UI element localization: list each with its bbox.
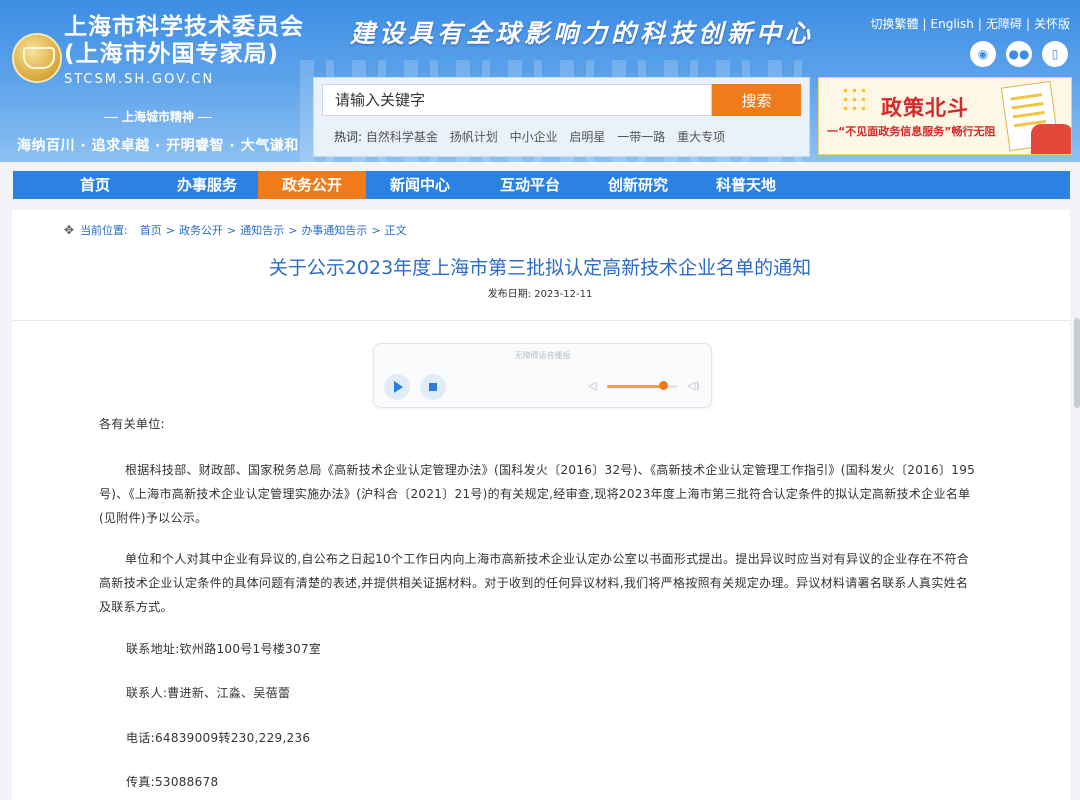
hot-word[interactable]: 重大专项 [677, 130, 725, 144]
city-spirit-text: 海纳百川 · 追求卓越 · 开明睿智 · 大气谦和 [17, 138, 299, 154]
search-input[interactable] [322, 84, 712, 116]
hand-illustration [1031, 124, 1071, 154]
hot-word[interactable]: 自然科学基金 [366, 130, 438, 144]
org-name-line1: 上海市科学技术委员会 [64, 14, 304, 40]
contact-address: 联系地址:钦州路100号1号楼307室 [126, 642, 322, 656]
site-header: 上海市科学技术委员会 (上海市外国专家局) STCSM.SH.GOV.CN 上海… [0, 0, 1080, 162]
publish-date: 发布日期: 2023-12-11 [0, 285, 1080, 300]
hot-word[interactable]: 中小企业 [510, 130, 558, 144]
policy-beidou-banner[interactable]: 政策北斗 一“不见面政务信息服务”畅行无阻 [818, 77, 1072, 155]
contact-persons: 联系人:曹进新、江淼、吴蓓蕾 [126, 686, 291, 700]
link-traditional-chinese[interactable]: 切换繁體 [870, 17, 918, 31]
contact-phone: 电话:64839009转230,229,236 [126, 731, 311, 745]
volume-slider-handle[interactable] [659, 381, 668, 390]
hot-word[interactable]: 扬帆计划 [450, 130, 498, 144]
link-accessibility[interactable]: 无障碍 [986, 17, 1022, 31]
top-links: 切换繁體 | English | 无障碍 | 关怀版 [870, 17, 1070, 31]
search-button[interactable]: 搜索 [712, 84, 801, 116]
nav-home[interactable]: 首页 [57, 171, 133, 199]
breadcrumb-service-notices[interactable]: 办事通知告示 [301, 224, 367, 237]
main-nav: 首页 办事服务 政务公开 新闻中心 互动平台 创新研究 科普天地 [13, 171, 1070, 199]
volume-loud-icon[interactable]: ◁) [687, 379, 700, 393]
city-spirit-title: 上海城市精神 [100, 108, 216, 125]
nav-innovation-research[interactable]: 创新研究 [593, 171, 683, 199]
article-paragraph-1: 根据科技部、财政部、国家税务总局《高新技术企业认定管理办法》(国科发火〔2016… [99, 463, 976, 525]
nav-science-popularization[interactable]: 科普天地 [701, 171, 791, 199]
audio-player-label: 无障碍语音播报 [514, 351, 571, 360]
nav-services[interactable]: 办事服务 [159, 171, 255, 199]
weibo-icon[interactable]: ◉ [970, 41, 996, 67]
publish-date-label: 发布日期: [487, 289, 532, 300]
org-name[interactable]: 上海市科学技术委员会 (上海市外国专家局) [64, 14, 304, 68]
slogan: 建设具有全球影响力的科技创新中心 [350, 19, 815, 48]
breadcrumb-label: 当前位置: [80, 224, 128, 237]
nav-interaction[interactable]: 互动平台 [485, 171, 575, 199]
search-panel: 搜索 热词: 自然科学基金 扬帆计划 中小企业 启明星 一带一路 重大专项 [313, 77, 810, 157]
volume-slider[interactable] [607, 381, 677, 390]
org-domain: STCSM.SH.GOV.CN [64, 72, 215, 87]
link-english[interactable]: English [931, 17, 974, 31]
mobile-icon[interactable]: ▯ [1042, 41, 1068, 67]
play-button[interactable] [384, 374, 410, 400]
breadcrumb-notices[interactable]: 通知告示 [240, 224, 284, 237]
government-emblem-logo[interactable] [12, 33, 62, 83]
article-paragraph-2: 单位和个人对其中企业有异议的,自公布之日起10个工作日内向上海市高新技术企业认定… [99, 552, 970, 614]
sparkle-decoration [841, 86, 871, 116]
banner-title: 政策北斗 [881, 96, 969, 120]
wechat-icon[interactable]: ●● [1006, 41, 1032, 67]
link-elderly-mode[interactable]: 关怀版 [1034, 17, 1070, 31]
nav-news[interactable]: 新闻中心 [377, 171, 463, 199]
banner-subtitle: 一“不见面政务信息服务”畅行无阻 [827, 125, 996, 138]
salutation: 各有关单位: [99, 417, 165, 431]
contact-fax: 传真:53088678 [126, 775, 219, 789]
stop-button[interactable] [420, 374, 446, 400]
breadcrumb-government-affairs[interactable]: 政务公开 [179, 224, 223, 237]
hot-words: 热词: 自然科学基金 扬帆计划 中小企业 启明星 一带一路 重大专项 [334, 128, 733, 145]
location-icon: ✥ [64, 223, 75, 237]
breadcrumb-home[interactable]: 首页 [140, 224, 162, 237]
volume-mute-icon[interactable]: ◁ [588, 379, 600, 393]
volume-level [607, 385, 663, 388]
breadcrumb: ✥ 当前位置: 首页 > 政务公开 > 通知告示 > 办事通知告示 > 正文 [64, 223, 407, 237]
scrollbar[interactable] [1074, 318, 1080, 408]
hot-word[interactable]: 启明星 [569, 130, 605, 144]
audio-player: 无障碍语音播报 ◁ ◁) [373, 343, 712, 408]
divider [12, 320, 1070, 321]
org-name-line2: (上海市外国专家局) [64, 41, 280, 67]
article-title: 关于公示2023年度上海市第三批拟认定高新技术企业名单的通知 [268, 257, 812, 279]
publish-date-value: 2023-12-11 [534, 289, 593, 300]
hot-words-label: 热词: [334, 130, 363, 144]
hot-word[interactable]: 一带一路 [617, 130, 665, 144]
breadcrumb-current[interactable]: 正文 [385, 224, 407, 237]
nav-government-affairs[interactable]: 政务公开 [258, 171, 366, 199]
